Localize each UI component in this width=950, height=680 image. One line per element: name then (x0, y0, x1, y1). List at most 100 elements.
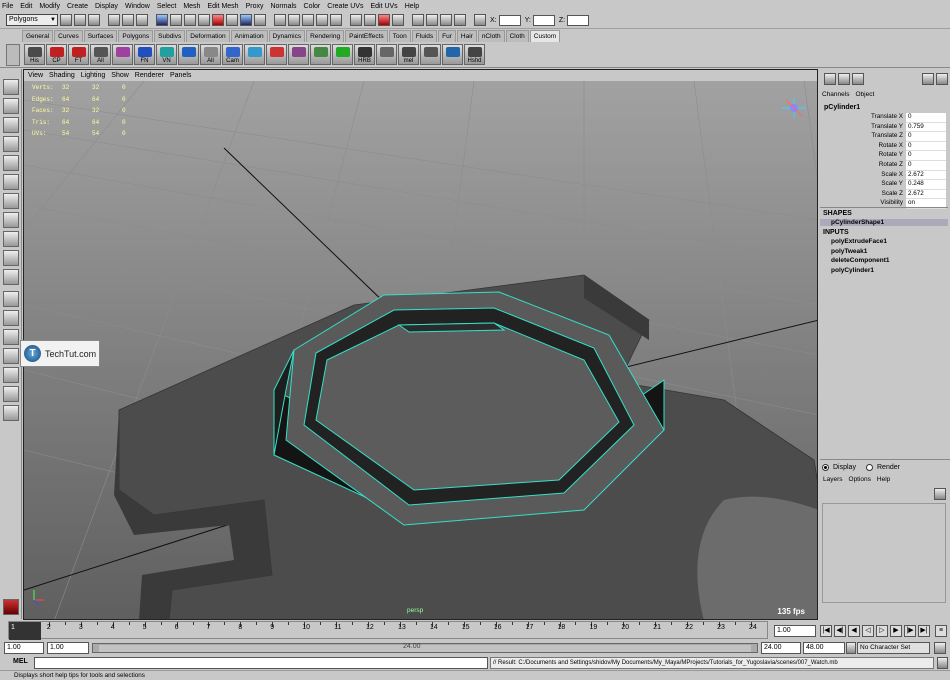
input-node-deletecomponent1[interactable]: deleteComponent1 (831, 257, 890, 264)
move-tool-icon[interactable] (3, 136, 19, 152)
input-ops-icon[interactable] (378, 14, 390, 26)
create-layer-icon[interactable] (934, 488, 946, 500)
layer-menu-help[interactable]: Help (877, 476, 890, 483)
shelf-button-19[interactable] (442, 44, 463, 65)
range-bar-handle[interactable] (99, 645, 751, 652)
step-forward-key-button[interactable]: |▶ (904, 625, 916, 637)
shelf-tab-cloth[interactable]: Cloth (505, 30, 529, 42)
render-view-icon[interactable] (412, 14, 424, 26)
scale-tool-icon[interactable] (3, 174, 19, 190)
mask-curves-icon[interactable] (184, 14, 196, 26)
input-node-polyextrudeface1[interactable]: polyExtrudeFace1 (831, 238, 887, 245)
shelf-tab-hair[interactable]: Hair (456, 30, 477, 42)
selected-object-name[interactable]: pCylinder1 (824, 104, 860, 111)
go-to-end-button[interactable]: ▶| (918, 625, 930, 637)
shape-node[interactable]: pCylinderShape1 (820, 219, 948, 226)
y-input[interactable] (532, 14, 555, 26)
animation-prefs-button[interactable]: ≡ (935, 625, 947, 637)
manipulator-tool-icon[interactable] (3, 193, 19, 209)
shelf-tab-dynamics[interactable]: Dynamics (268, 30, 306, 42)
attribute-value[interactable]: 2.672 (906, 170, 946, 181)
ipr-render-icon[interactable] (440, 14, 452, 26)
shelf-button-9[interactable]: Cam (222, 44, 243, 65)
command-input[interactable] (34, 657, 488, 669)
shelf-button-8[interactable]: All (200, 44, 221, 65)
menu-select[interactable]: Select (157, 3, 176, 10)
shelf-tab-polygons[interactable]: Polygons (118, 30, 154, 42)
range-bar[interactable]: 24.00 (92, 643, 758, 653)
persp-outliner-layout-icon[interactable] (3, 329, 19, 345)
input-node-polycylinder1[interactable]: polyCylinder1 (831, 267, 874, 274)
menu-color[interactable]: Color (304, 3, 321, 10)
hypershade-layout-icon[interactable] (3, 367, 19, 383)
shelf-tab-painteffects[interactable]: PaintEffects (345, 30, 388, 42)
end-time-field[interactable]: 24.00 (761, 642, 801, 654)
attribute-row-translate-y[interactable]: Translate Y 0.759 (820, 122, 948, 133)
play-backwards-button[interactable]: ◁ (862, 625, 874, 637)
shelf-button-0[interactable]: His (24, 44, 45, 65)
panel-menu-renderer[interactable]: Renderer (135, 72, 164, 79)
shelf-tab-custom[interactable]: Custom (529, 30, 561, 42)
layer-list[interactable] (822, 503, 946, 603)
viewport-scene[interactable] (24, 70, 818, 620)
history-icon[interactable] (350, 14, 362, 26)
attribute-row-rotate-z[interactable]: Rotate Z0 (820, 161, 948, 171)
shelf-button-1[interactable]: CP (46, 44, 67, 65)
menu-modify[interactable]: Modify (39, 3, 60, 10)
attribute-editor-icon[interactable] (852, 73, 864, 85)
attribute-value[interactable]: 0 (906, 113, 946, 123)
shelf-button-17[interactable]: mel (398, 44, 419, 65)
four-pane-layout-icon[interactable] (3, 310, 19, 326)
display-layer-radio[interactable]: Display (822, 464, 856, 471)
mask-surfaces-icon[interactable] (198, 14, 210, 26)
menu-edit[interactable]: Edit (20, 3, 32, 10)
mask-deformations-icon[interactable] (212, 14, 224, 26)
panel-menu-lighting[interactable]: Lighting (81, 72, 106, 79)
time-track[interactable]: 1 2 3 4 5 6 7 8 9 10 11 12 13 14 15 16 17 18 19 20 21 22 23 24 (8, 621, 768, 640)
input-line-mode-icon[interactable] (474, 14, 486, 26)
panel-menu-view[interactable]: View (28, 72, 43, 79)
shelf-button-10[interactable] (244, 44, 265, 65)
character-set-select[interactable]: No Character Set (857, 642, 930, 654)
graph-layout-icon[interactable] (3, 386, 19, 402)
snap-point-icon[interactable] (302, 14, 314, 26)
menu-window[interactable]: Window (125, 3, 150, 10)
shelf-button-12[interactable] (288, 44, 309, 65)
time-slider[interactable]: 1 2 3 4 5 6 7 8 9 10 11 12 13 14 15 16 17 18 19 20 21 22 23 24… (0, 621, 950, 641)
menu-display[interactable]: Display (95, 3, 118, 10)
shelf-button-11[interactable] (266, 44, 287, 65)
make-live-icon[interactable] (330, 14, 342, 26)
render-layer-radio[interactable]: Render (866, 464, 900, 471)
shelf-button-5[interactable]: FN (134, 44, 155, 65)
perspective-viewport[interactable]: View Shading Lighting Show Renderer Panels Ve… (23, 69, 818, 620)
toggle-panel-icon[interactable] (936, 73, 948, 85)
shelf-tab-surfaces[interactable]: Surfaces (83, 30, 118, 42)
menu-mesh[interactable]: Mesh (183, 3, 200, 10)
lasso-tool-icon[interactable] (3, 98, 19, 114)
input-node-polytweak1[interactable]: polyTweak1 (831, 248, 867, 255)
step-back-frame-button[interactable]: ◀ (848, 625, 860, 637)
attribute-value[interactable]: 2.672 (906, 189, 946, 200)
character-set-icon[interactable] (846, 642, 856, 654)
shelf-button-6[interactable]: VN (156, 44, 177, 65)
select-object-icon[interactable] (122, 14, 134, 26)
shelf-button-2[interactable]: FT (68, 44, 89, 65)
menu-create[interactable]: Create (67, 3, 88, 10)
shelf-button-14[interactable] (332, 44, 353, 65)
attribute-row-translate-x[interactable]: Translate X0 (820, 113, 948, 123)
layer-menu-layers[interactable]: Layers (823, 476, 843, 483)
open-scene-icon[interactable] (74, 14, 86, 26)
layer-menu-options[interactable]: Options (849, 476, 871, 483)
mask-handles-icon[interactable] (156, 14, 168, 26)
menu-create-uvs[interactable]: Create UVs (327, 3, 363, 10)
shelf-tab-fur[interactable]: Fur (438, 30, 456, 42)
mask-rendering-icon[interactable] (240, 14, 252, 26)
show-manipulator-icon[interactable] (3, 231, 19, 247)
panel-menu-shading[interactable]: Shading (49, 72, 75, 79)
shelf-menu-button[interactable] (6, 44, 20, 66)
channel-box-icon[interactable] (824, 73, 836, 85)
construction-history-icon[interactable] (364, 14, 376, 26)
panel-menu-panels[interactable]: Panels (170, 72, 191, 79)
tool-slot-icon[interactable] (3, 269, 19, 285)
attribute-row-rotate-y[interactable]: Rotate Y0 (820, 151, 948, 161)
